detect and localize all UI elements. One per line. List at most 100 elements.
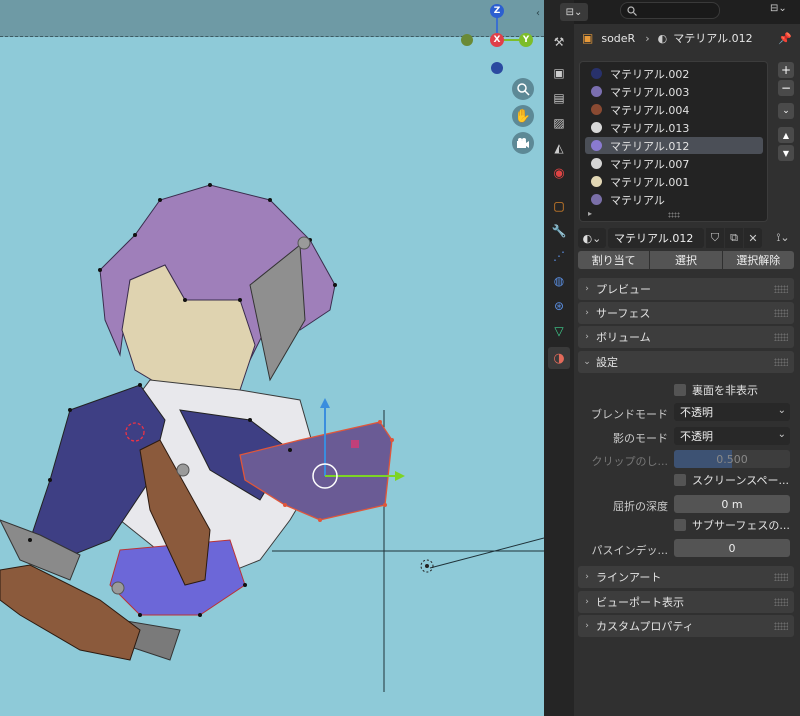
camera-view-button[interactable] <box>512 132 534 154</box>
search-input[interactable] <box>620 2 720 19</box>
breadcrumb-material: マテリアル.012 <box>673 32 753 45</box>
gizmo-z-axis[interactable]: Z <box>490 4 504 18</box>
scene-mesh[interactable] <box>0 0 544 716</box>
move-slot-up-button[interactable]: ▲ <box>778 127 794 143</box>
tab-render[interactable]: ▣ <box>548 62 570 84</box>
expand-list-icon[interactable]: ▸ <box>588 209 592 218</box>
drag-grip-icon[interactable] <box>774 573 788 581</box>
panel-volume[interactable]: › ボリューム <box>578 326 794 348</box>
material-slot-item[interactable]: マテリアル.001 <box>585 173 763 190</box>
material-slot-item[interactable]: マテリアル.002 <box>585 65 763 82</box>
material-slot-item[interactable]: マテリアル.013 <box>585 119 763 136</box>
blend-mode-dropdown[interactable]: 不透明 ⌄ <box>674 403 790 421</box>
move-slot-down-button[interactable]: ▼ <box>778 145 794 161</box>
subsurface-translucency-checkbox[interactable]: サブサーフェスの... <box>674 516 790 534</box>
tab-view-layer[interactable]: ▨ <box>548 112 570 134</box>
material-color-icon <box>591 194 602 205</box>
material-name-field[interactable]: マテリアル.012 <box>608 228 704 248</box>
tab-modifiers[interactable]: 🔧 <box>548 220 570 242</box>
object-icon: ▣ <box>582 31 594 45</box>
chevron-down-icon: ⌄ <box>583 357 591 367</box>
screen-space-refraction-checkbox[interactable]: スクリーンスペー... <box>674 471 789 489</box>
gizmo-y-label: Y <box>522 35 530 45</box>
camera-icon <box>517 138 529 148</box>
panel-lineart[interactable]: › ラインアート <box>578 566 794 588</box>
tool-icon: ⚒ <box>553 35 565 49</box>
panel-custom-properties-title: カスタムプロパティ <box>596 620 694 633</box>
browse-material-button[interactable]: ◐⌄ <box>578 228 606 248</box>
unlink-material-button[interactable]: ✕ <box>744 228 762 248</box>
zoom-button[interactable] <box>512 78 534 100</box>
shadow-mode-dropdown[interactable]: 不透明 ⌄ <box>674 427 790 445</box>
3d-viewport[interactable]: Z X Y ‹ ✋ <box>0 0 544 716</box>
material-slot-list[interactable]: マテリアル.002 マテリアル.003 マテリアル.004 マテリアル.013 マテリア… <box>579 61 768 222</box>
chevron-right-icon: › <box>585 597 589 607</box>
assign-button[interactable]: 割り当て <box>578 251 651 269</box>
tab-world[interactable]: ◉ <box>548 162 570 184</box>
tab-constraints[interactable]: ⊛ <box>548 295 570 317</box>
shadow-mode-value: 不透明 <box>680 430 713 443</box>
backface-culling-checkbox[interactable]: 裏面を非表示 <box>674 381 758 399</box>
navigation-gizmo[interactable]: Z X Y <box>455 0 544 80</box>
material-slot-item[interactable]: マテリアル.007 <box>585 155 763 172</box>
deselect-button[interactable]: 選択解除 <box>722 251 794 269</box>
select-button[interactable]: 選択 <box>650 251 723 269</box>
checkbox-box[interactable] <box>674 384 686 396</box>
tab-tool[interactable]: ⚒ <box>548 31 570 53</box>
search-icon <box>627 5 637 16</box>
blend-mode-value: 不透明 <box>680 406 713 419</box>
panel-preview[interactable]: › プレビュー <box>578 278 794 300</box>
drag-grip-icon[interactable] <box>774 309 788 317</box>
drag-grip-icon[interactable] <box>774 358 788 366</box>
backface-culling-label: 裏面を非表示 <box>692 384 758 397</box>
options-button[interactable]: ⊟⌄ <box>770 3 794 19</box>
material-slot-item[interactable]: マテリアル.004 <box>585 101 763 118</box>
checkbox-box[interactable] <box>674 474 686 486</box>
tab-physics[interactable]: ◍ <box>548 270 570 292</box>
material-slot-item[interactable]: マテリアル.003 <box>585 83 763 100</box>
chevron-right-icon: › <box>585 308 589 318</box>
pass-index-field[interactable]: 0 <box>674 539 790 557</box>
tab-particles[interactable]: ⋰ <box>548 245 570 267</box>
panel-surface[interactable]: › サーフェス <box>578 302 794 324</box>
pin-icon[interactable]: 📌 <box>778 32 792 45</box>
gizmo-x-axis[interactable]: X <box>490 33 504 47</box>
tab-scene[interactable]: ◭ <box>548 137 570 159</box>
drag-grip-icon[interactable] <box>774 622 788 630</box>
chevron-right-icon: › <box>585 572 589 582</box>
tab-material[interactable]: ◑ <box>548 347 570 369</box>
chevron-down-icon: ⌄ <box>777 405 786 416</box>
gizmo-z-label: Z <box>493 6 501 16</box>
tab-object[interactable]: ▢ <box>548 195 570 217</box>
tab-output[interactable]: ▤ <box>548 87 570 109</box>
material-sphere-icon: ◐⌄ <box>582 231 602 245</box>
editor-type-button[interactable]: ⊟⌄ <box>560 3 588 21</box>
remove-slot-button[interactable]: − <box>778 80 794 96</box>
tab-data[interactable]: ▽ <box>548 320 570 342</box>
fake-user-button[interactable]: ⛉ <box>706 228 724 248</box>
clip-threshold-field[interactable]: 0.500 <box>674 450 790 468</box>
checkbox-box[interactable] <box>674 519 686 531</box>
panel-settings[interactable]: ⌄ 設定 <box>578 351 794 373</box>
list-resize-grip-icon[interactable] <box>668 212 680 218</box>
material-name-value: マテリアル.012 <box>614 232 694 245</box>
gizmo-y-axis[interactable]: Y <box>519 33 533 47</box>
panel-custom-properties[interactable]: › カスタムプロパティ <box>578 615 794 637</box>
duplicate-material-button[interactable]: ⧉ <box>725 228 743 248</box>
drag-grip-icon[interactable] <box>774 285 788 293</box>
material-slot-item[interactable]: マテリアル <box>585 191 763 208</box>
screen-space-refraction-label: スクリーンスペー... <box>692 474 789 487</box>
drag-grip-icon[interactable] <box>774 598 788 606</box>
link-type-button[interactable]: ⟟⌄ <box>770 228 796 248</box>
material-slot-label: マテリアル.001 <box>610 175 690 189</box>
refraction-depth-field[interactable]: 0 m <box>674 495 790 513</box>
drag-grip-icon[interactable] <box>774 333 788 341</box>
material-color-icon <box>591 68 602 79</box>
panel-viewport-display[interactable]: › ビューポート表示 <box>578 591 794 613</box>
properties-toolbar: ⊟⌄ ⊟⌄ <box>560 0 800 24</box>
pan-button[interactable]: ✋ <box>512 105 534 127</box>
add-slot-button[interactable]: + <box>778 62 794 78</box>
gizmo-collapse-icon[interactable]: ‹ <box>536 8 544 20</box>
slot-specials-button[interactable]: ⌄ <box>778 103 794 119</box>
material-slot-item[interactable]: マテリアル.012 <box>585 137 763 154</box>
